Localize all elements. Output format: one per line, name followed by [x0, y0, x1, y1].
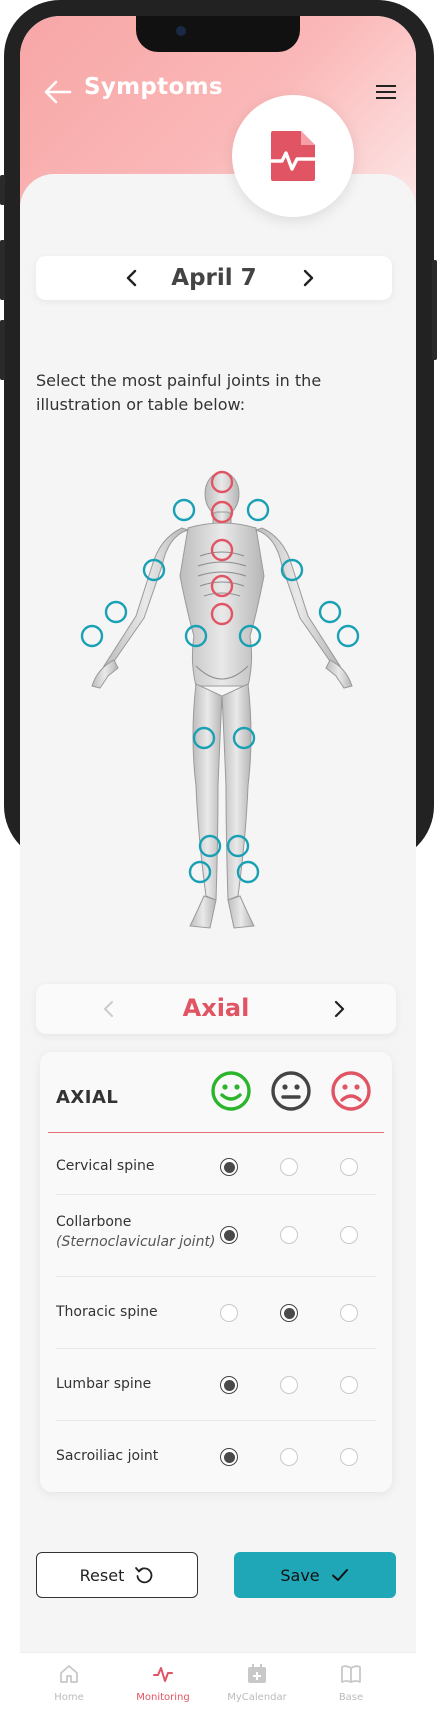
bottom-nav: Home Monitoring MyCalendar Base — [20, 1652, 416, 1724]
medical-document-icon — [269, 131, 317, 181]
nav-item-home[interactable]: Home — [24, 1663, 114, 1703]
row-label: Thoracic spine — [56, 1304, 158, 1320]
radio-bad[interactable] — [340, 1376, 358, 1394]
table-row: Lumbar spine — [56, 1348, 376, 1421]
phone-side-button — [0, 240, 5, 300]
home-icon — [60, 1665, 78, 1683]
phone-side-button — [0, 320, 5, 380]
right-wrist-joint[interactable] — [318, 600, 342, 624]
date-selector: April 7 — [36, 256, 392, 300]
happy-face-icon — [211, 1071, 251, 1111]
current-date: April 7 — [171, 265, 257, 291]
nav-item-monitoring[interactable]: Monitoring — [118, 1663, 208, 1703]
radio-bad[interactable] — [340, 1448, 358, 1466]
next-category-chevron-icon[interactable] — [326, 996, 352, 1022]
radio-bad[interactable] — [340, 1226, 358, 1244]
table-row: Sacroiliac joint — [56, 1420, 376, 1493]
calendar-add-icon — [248, 1664, 266, 1683]
nav-label-home: Home — [54, 1692, 84, 1703]
row-label: Cervical spine — [56, 1158, 155, 1174]
table-row: Cervical spine — [56, 1148, 376, 1195]
nav-label-mycalendar: MyCalendar — [227, 1692, 287, 1703]
row-label: Lumbar spine — [56, 1376, 152, 1392]
radio-bad[interactable] — [340, 1304, 358, 1322]
nav-item-base[interactable]: Base — [306, 1663, 396, 1703]
instruction-text: Select the most painful joints in the il… — [36, 371, 322, 414]
right-shoulder-joint[interactable] — [246, 498, 270, 522]
reset-label: Reset — [79, 1565, 125, 1585]
left-wrist-joint[interactable] — [104, 600, 128, 624]
sad-face-icon — [331, 1071, 371, 1111]
pulse-icon — [153, 1667, 173, 1682]
table-row: Collarbone (Sternoclavicular joint) — [56, 1194, 376, 1277]
next-date-chevron-icon[interactable] — [294, 264, 322, 292]
left-shoulder-joint[interactable] — [172, 498, 196, 522]
row-label: Sacroiliac joint — [56, 1448, 159, 1464]
radio-neutral[interactable] — [280, 1158, 298, 1176]
nav-label-base: Base — [338, 1692, 364, 1703]
radio-bad[interactable] — [340, 1158, 358, 1176]
save-button[interactable]: Save — [234, 1552, 396, 1598]
table-row: Thoracic spine — [56, 1276, 376, 1349]
checkmark-icon — [331, 1569, 348, 1581]
right-hand-joint[interactable] — [336, 624, 360, 648]
reset-icon — [135, 1567, 153, 1584]
back-arrow-icon[interactable] — [42, 76, 74, 108]
radio-good[interactable] — [220, 1376, 238, 1394]
neutral-face-icon — [271, 1071, 311, 1111]
notch — [136, 16, 300, 52]
radio-neutral[interactable] — [280, 1226, 298, 1244]
save-label: Save — [280, 1565, 320, 1585]
book-icon — [341, 1665, 361, 1683]
radio-good[interactable] — [220, 1158, 238, 1176]
page-title: Symptoms — [84, 74, 223, 100]
body-illustration — [80, 470, 360, 929]
radio-good[interactable] — [220, 1448, 238, 1466]
radio-good[interactable] — [220, 1304, 238, 1322]
screen: Symptoms April 7 Select the most painful… — [20, 16, 416, 1724]
phone-side-button — [432, 260, 437, 360]
hamburger-menu-icon[interactable] — [374, 82, 398, 102]
nav-label-monitoring: Monitoring — [136, 1692, 190, 1703]
reset-button[interactable]: Reset — [36, 1552, 198, 1598]
radio-good[interactable] — [220, 1226, 238, 1244]
radio-neutral[interactable] — [280, 1448, 298, 1466]
row-label: Collarbone — [56, 1214, 132, 1230]
category-selector: Axial — [36, 984, 396, 1034]
row-sublabel: (Sternoclavicular joint) — [56, 1234, 216, 1250]
phone-side-button — [0, 175, 5, 205]
camera — [176, 26, 186, 36]
radio-neutral[interactable] — [280, 1376, 298, 1394]
table-divider — [48, 1132, 384, 1133]
nav-item-mycalendar[interactable]: MyCalendar — [212, 1663, 302, 1703]
radio-neutral[interactable] — [280, 1304, 298, 1322]
table-title: AXIAL — [56, 1087, 119, 1108]
joint-pain-table: AXIAL Cervical spine Collarbone (Sternoc… — [40, 1052, 392, 1493]
document-badge — [232, 95, 354, 217]
left-hand-joint[interactable] — [80, 624, 104, 648]
